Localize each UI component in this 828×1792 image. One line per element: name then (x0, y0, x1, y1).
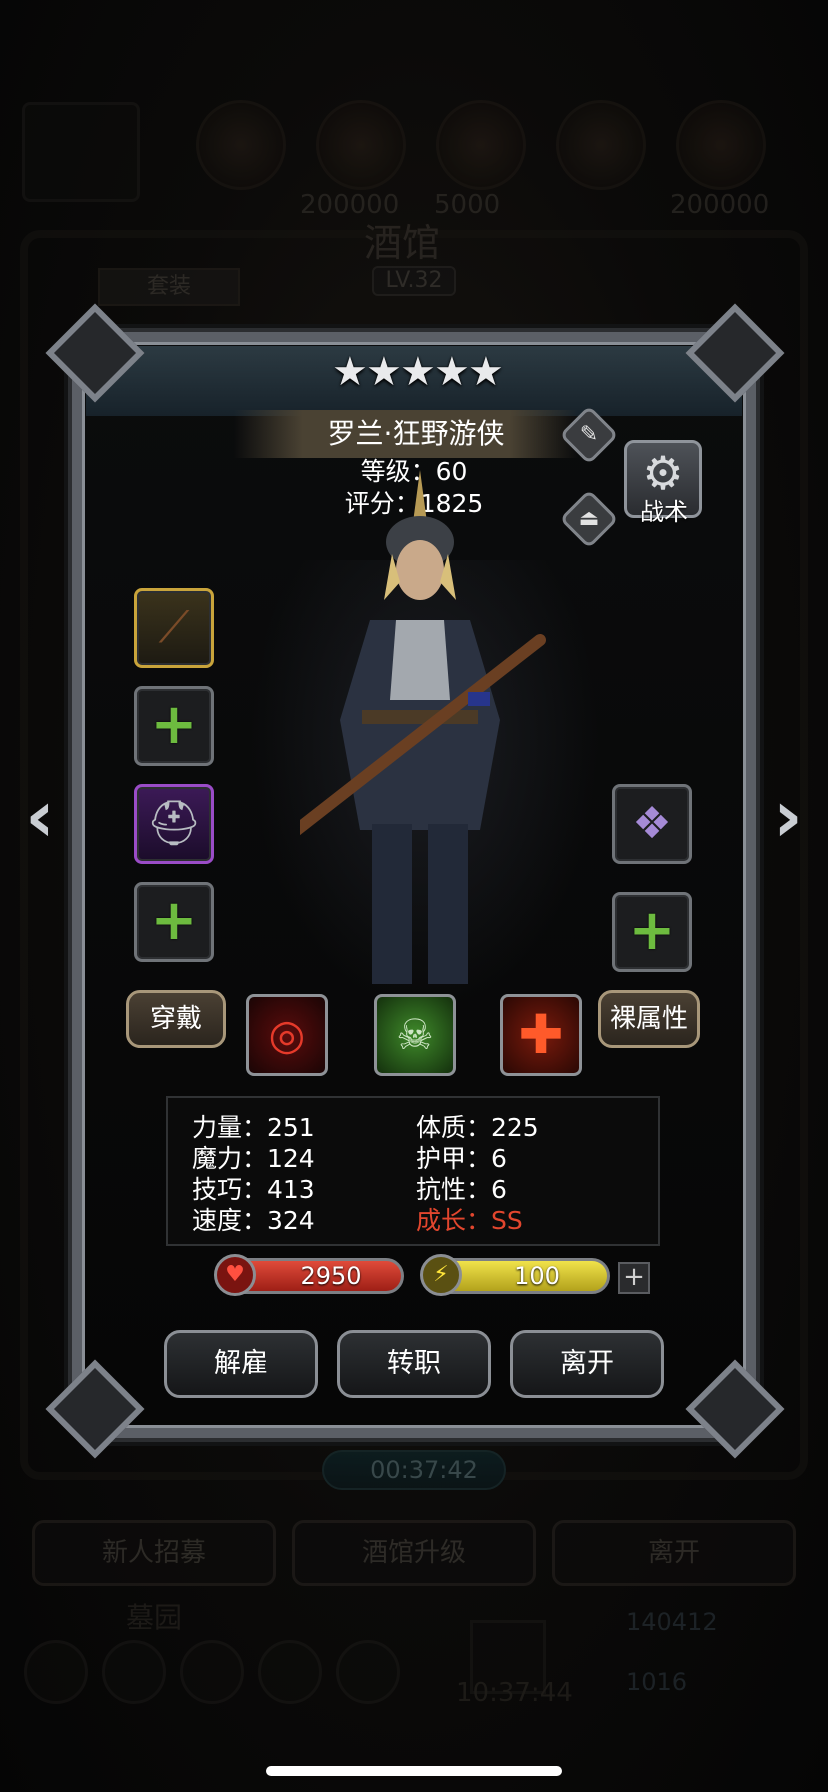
bg-set-button: 套装 (98, 268, 240, 306)
stat-magic: 魔力：124 (192, 1144, 315, 1173)
wear-button[interactable]: 穿戴 (126, 990, 226, 1048)
plus-icon: + (628, 898, 676, 963)
bg-resource-icon (556, 100, 646, 190)
transfer-class-button[interactable]: 转职 (337, 1330, 491, 1398)
add-energy-button[interactable]: + (618, 1262, 650, 1294)
bg-resource-icon (676, 100, 766, 190)
hp-value: 2950 (300, 1262, 362, 1290)
star-icon: ★ (332, 349, 368, 395)
dismiss-button[interactable]: 解雇 (164, 1330, 318, 1398)
bg-clock: 10:37:44 (456, 1678, 573, 1708)
rifle-icon: ⟋ (158, 602, 190, 653)
bg-recruit-button: 新人招募 (32, 1520, 276, 1586)
bg-level-tag: LV.32 (372, 266, 456, 296)
bg-gem-value: 1016 (626, 1668, 688, 1696)
stat-constitution: 体质：225 (416, 1113, 539, 1142)
bg-gold-value: 140412 (626, 1608, 718, 1636)
hero-portrait (300, 470, 546, 984)
bare-attributes-button[interactable]: 裸属性 (598, 990, 700, 1048)
prev-hero-arrow[interactable]: ‹ (10, 776, 70, 856)
bg-menu-icon (24, 1640, 88, 1704)
star-icon: ★ (400, 349, 436, 395)
bg-resource-value: 200000 (670, 190, 770, 220)
edit-icon: ✎ (579, 422, 599, 447)
crosshair-skill-icon: ◎ (268, 1010, 306, 1059)
bg-menu-icon (336, 1640, 400, 1704)
stat-resistance: 抗性：6 (416, 1175, 507, 1204)
bg-timer: 00:37:42 (322, 1450, 506, 1490)
tactics-label: 战术 (640, 498, 688, 526)
bg-leave-button: 离开 (552, 1520, 796, 1586)
stat-armor: 护甲：6 (416, 1144, 507, 1173)
energy-value: 100 (514, 1262, 560, 1290)
stat-speed: 速度：324 (192, 1206, 315, 1235)
home-indicator[interactable] (266, 1766, 562, 1776)
leave-button[interactable]: 离开 (510, 1330, 664, 1398)
plus-icon: + (150, 692, 198, 757)
star-icon: ★ (366, 349, 402, 395)
stat-strength: 力量：251 (192, 1113, 315, 1142)
bg-portrait (22, 102, 140, 202)
stat-skill: 技巧：413 (192, 1175, 315, 1204)
crystal-icon: ❖ (632, 798, 672, 849)
hero-name: 罗兰·狂野游侠 (327, 417, 505, 450)
skull-skill-icon: ☠ (396, 1010, 434, 1059)
star-icon: ★ (434, 349, 470, 395)
bg-resource-icon (316, 100, 406, 190)
bg-resource-icon (436, 100, 526, 190)
star-rating: ★ ★ ★ ★ ★ (332, 348, 504, 396)
heart-icon: ♥ (214, 1254, 256, 1296)
helmet-icon: ⛑ (146, 798, 202, 849)
plus-icon: + (150, 888, 198, 953)
bg-graveyard-label: 墓园 (126, 1601, 183, 1634)
bg-menu-icon (102, 1640, 166, 1704)
bg-menu-icon (180, 1640, 244, 1704)
bg-menu-icon (258, 1640, 322, 1704)
upload-icon: ⏏ (578, 506, 600, 531)
lightning-icon: ⚡ (420, 1254, 462, 1296)
stat-growth: 成长：SS (416, 1206, 523, 1235)
star-icon: ★ (468, 349, 504, 395)
bg-upgrade-button: 酒馆升级 (292, 1520, 536, 1586)
next-hero-arrow[interactable]: › (758, 776, 818, 856)
bg-title: 酒馆 (364, 221, 441, 265)
heal-cross-skill-icon: ✚ (518, 1003, 564, 1066)
bg-resource-icon (196, 100, 286, 190)
bg-resource-value: 5000 (434, 190, 501, 220)
